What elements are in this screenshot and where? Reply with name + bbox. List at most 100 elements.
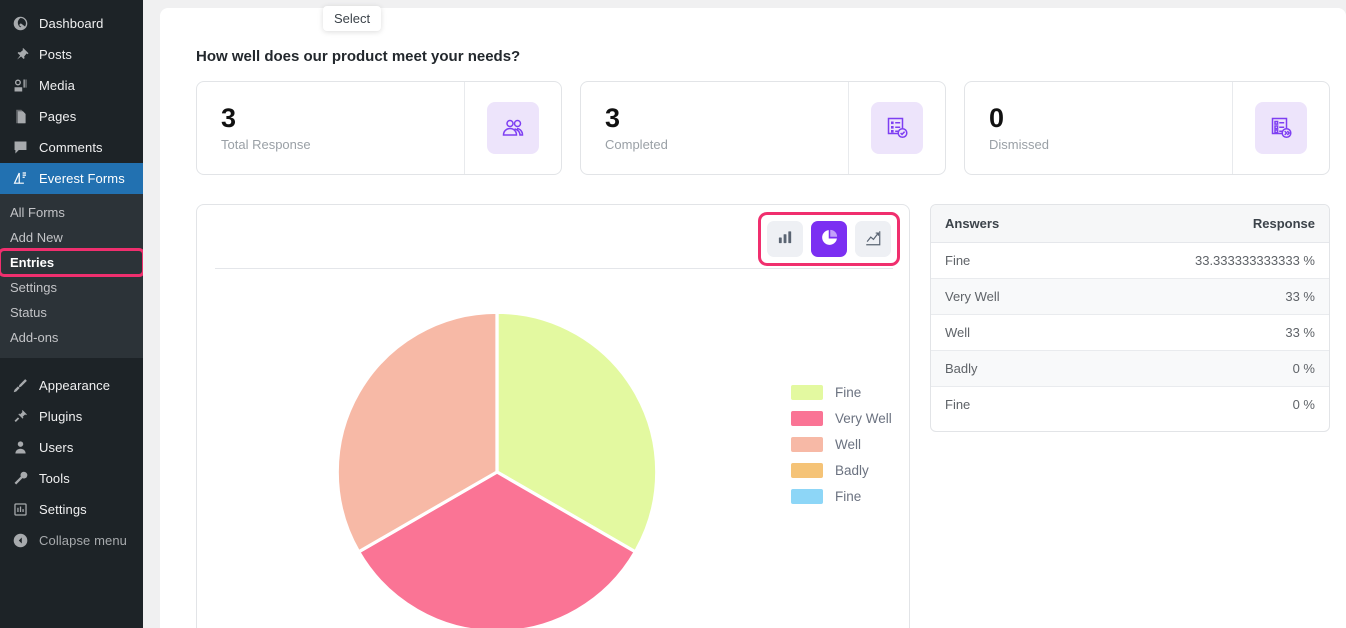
- sidebar-item-tools[interactable]: Tools: [0, 463, 143, 494]
- answer-cell: Well: [931, 314, 1074, 351]
- entries-survey-card: How well does our product meet your need…: [160, 8, 1346, 628]
- legend-item[interactable]: Badly: [791, 463, 892, 478]
- stat-value: 0: [989, 103, 1005, 134]
- submenu-item-status[interactable]: Status: [0, 300, 143, 325]
- stat-text-block: 3 Completed: [581, 82, 848, 174]
- stat-icon-area: [1232, 82, 1329, 174]
- sidebar-item-comments[interactable]: Comments: [0, 132, 143, 163]
- users-icon: [10, 438, 30, 458]
- chart-panel: Fine Very Well Well Badly Fine: [196, 204, 910, 628]
- legend-swatch-fine-blue: [791, 489, 823, 504]
- table-header-row: Answers Response: [931, 205, 1329, 243]
- submenu-item-all-forms[interactable]: All Forms: [0, 200, 143, 225]
- chart-legend: Fine Very Well Well Badly Fine: [791, 385, 892, 504]
- bar-chart-button[interactable]: [767, 221, 803, 257]
- submenu-item-add-new[interactable]: Add New: [0, 225, 143, 250]
- stat-text-block: 0 Dismissed: [965, 82, 1232, 174]
- toolbar-divider: [215, 268, 893, 269]
- pie-chart-button[interactable]: [811, 221, 847, 257]
- legend-label: Fine: [835, 385, 862, 400]
- everest-forms-icon: [10, 169, 30, 189]
- stat-label: Dismissed: [989, 136, 1049, 152]
- legend-item[interactable]: Well: [791, 437, 892, 452]
- response-cell: 33.333333333333 %: [1073, 242, 1329, 279]
- stat-card-total-response: 3 Total Response: [196, 81, 562, 175]
- legend-item[interactable]: Very Well: [791, 411, 892, 426]
- bar-chart-icon: [777, 229, 794, 249]
- appearance-icon: [10, 376, 30, 396]
- collapse-icon: [10, 531, 30, 551]
- legend-swatch-well: [791, 437, 823, 452]
- sidebar-item-label: Users: [39, 440, 74, 455]
- sidebar-item-label: Pages: [39, 109, 77, 124]
- table-row: Fine 33.333333333333 %: [931, 242, 1329, 279]
- sidebar-item-dashboard[interactable]: Dashboard: [0, 8, 143, 39]
- pie-chart-area: Fine Very Well Well Badly Fine: [197, 275, 911, 628]
- column-header-response: Response: [1073, 205, 1329, 243]
- sidebar-item-label: Dashboard: [39, 16, 104, 31]
- sidebar-item-plugins[interactable]: Plugins: [0, 401, 143, 432]
- everest-forms-entries-page: Dashboard Posts Media Pages Comments Eve…: [0, 0, 1346, 628]
- sidebar-item-media[interactable]: Media: [0, 70, 143, 101]
- people-icon: [487, 102, 539, 154]
- list-skip-icon: [1255, 102, 1307, 154]
- sidebar-item-label: Appearance: [39, 378, 111, 393]
- select-tooltip: Select: [323, 6, 382, 31]
- everest-forms-submenu: All Forms Add New Entries Settings Statu…: [0, 194, 145, 358]
- pie-chart-icon: [820, 228, 839, 250]
- stat-text-block: 3 Total Response: [197, 82, 464, 174]
- answer-cell: Badly: [931, 350, 1074, 387]
- answers-table-panel: Answers Response Fine 33.333333333333 % …: [930, 204, 1330, 432]
- sidebar-item-everest-forms[interactable]: Everest Forms: [0, 163, 151, 194]
- legend-swatch-very-well: [791, 411, 823, 426]
- stat-icon-area: [464, 82, 561, 174]
- sidebar-top-menu: Dashboard Posts Media Pages Comments Eve…: [0, 0, 151, 556]
- legend-label: Fine: [835, 489, 862, 504]
- settings-icon: [10, 500, 30, 520]
- answer-cell: Fine: [931, 242, 1074, 279]
- legend-item[interactable]: Fine: [791, 489, 892, 504]
- main-content-area: How well does our product meet your need…: [143, 0, 1346, 628]
- column-header-answers: Answers: [931, 205, 1074, 243]
- stat-value: 3: [221, 103, 237, 134]
- response-cell: 0 %: [1073, 350, 1329, 387]
- dashboard-icon: [10, 14, 30, 34]
- sidebar-item-label: Settings: [39, 502, 87, 517]
- media-icon: [10, 76, 30, 96]
- submenu-item-label: Entries: [10, 255, 55, 270]
- tools-icon: [10, 469, 30, 489]
- legend-label: Badly: [835, 463, 869, 478]
- stats-row: 3 Total Response 3 Completed 0 Dismissed: [196, 81, 1330, 175]
- sidebar-item-collapse-menu[interactable]: Collapse menu: [0, 525, 143, 556]
- table-row: Well 33 %: [931, 314, 1329, 351]
- submenu-item-settings[interactable]: Settings: [0, 275, 143, 300]
- sidebar-item-posts[interactable]: Posts: [0, 39, 143, 70]
- sidebar-item-label: Everest Forms: [39, 171, 125, 186]
- page-title: How well does our product meet your need…: [196, 48, 521, 65]
- pie-chart: [335, 310, 659, 628]
- wp-admin-sidebar: Dashboard Posts Media Pages Comments Eve…: [0, 0, 151, 628]
- sidebar-divider: [0, 358, 143, 368]
- pin-icon: [10, 45, 30, 65]
- legend-swatch-fine: [791, 385, 823, 400]
- line-chart-button[interactable]: [855, 221, 891, 257]
- sidebar-bottom-menu: Appearance Plugins Users Tools Settings …: [0, 370, 143, 556]
- response-cell: 33 %: [1073, 278, 1329, 315]
- stat-label: Total Response: [221, 136, 311, 152]
- sidebar-item-pages[interactable]: Pages: [0, 101, 143, 132]
- submenu-item-label: Settings: [10, 280, 57, 295]
- legend-label: Well: [835, 437, 862, 452]
- pages-icon: [10, 107, 30, 127]
- legend-item[interactable]: Fine: [791, 385, 892, 400]
- sidebar-item-appearance[interactable]: Appearance: [0, 370, 143, 401]
- sidebar-item-settings[interactable]: Settings: [0, 494, 143, 525]
- plugins-icon: [10, 407, 30, 427]
- list-check-icon: [871, 102, 923, 154]
- sidebar-item-users[interactable]: Users: [0, 432, 143, 463]
- submenu-item-add-ons[interactable]: Add-ons: [0, 325, 143, 350]
- submenu-item-label: Add-ons: [10, 330, 59, 345]
- submenu-item-entries[interactable]: Entries: [0, 248, 145, 277]
- answer-cell: Fine: [945, 397, 971, 412]
- stat-card-dismissed: 0 Dismissed: [964, 81, 1330, 175]
- response-cell: 33 %: [1073, 314, 1329, 351]
